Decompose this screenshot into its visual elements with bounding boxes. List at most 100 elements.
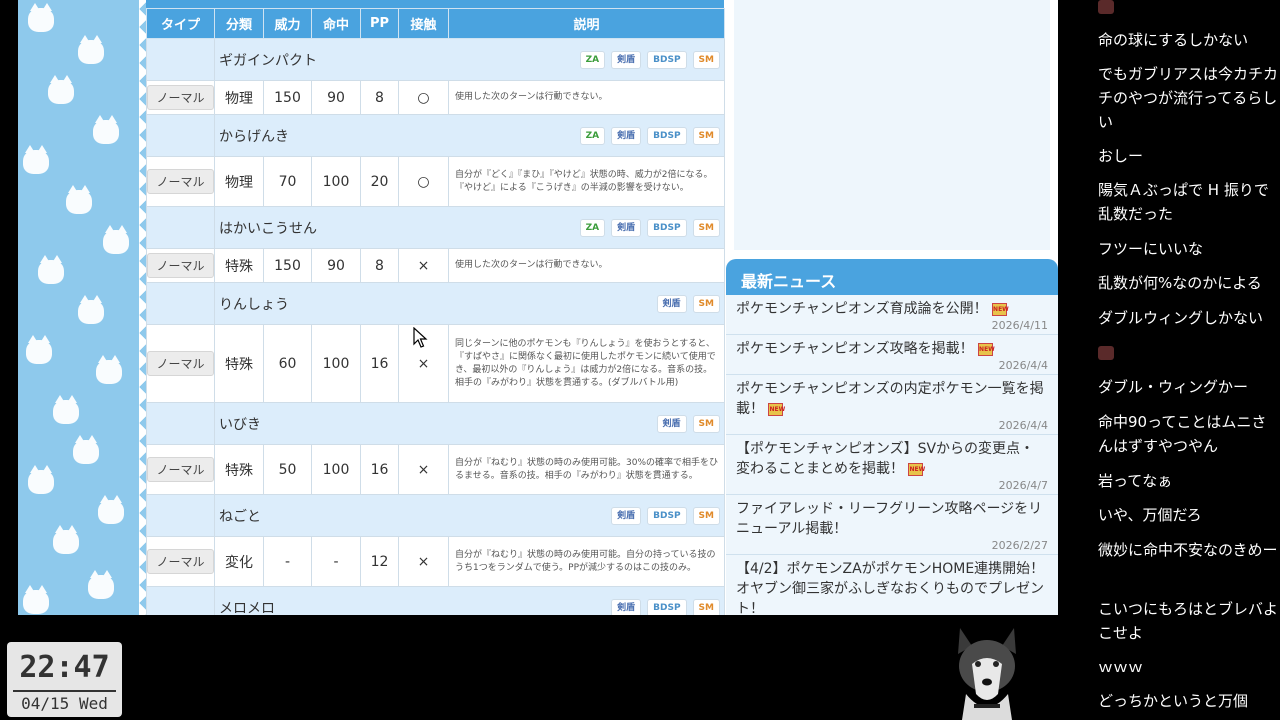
category-cell: 物理 — [214, 80, 264, 115]
news-item[interactable]: ポケモンチャンピオンズ攻略を掲載！ NEW 2026/4/4 — [726, 335, 1058, 375]
news-text[interactable]: ポケモンチャンピオンズ育成論を公開！ — [736, 301, 988, 317]
move-name[interactable]: ギガインパクト — [219, 53, 317, 69]
column-header: タイプ — [146, 8, 215, 39]
blank-cell — [146, 282, 215, 325]
version-badges: 剣盾 BDSP SM — [611, 598, 720, 615]
news-text[interactable]: ポケモンチャンピオンズ攻略を掲載！ — [736, 341, 974, 357]
version-badge[interactable]: BDSP — [647, 598, 687, 615]
version-badge[interactable]: BDSP — [647, 218, 687, 237]
version-badge[interactable]: 剣盾 — [611, 50, 642, 69]
power-cell: 150 — [263, 80, 312, 115]
type-cell: ノーマル — [146, 156, 215, 207]
news-item[interactable]: 【4/2】ポケモンZAがポケモンHOME連携開始！オヤブン御三家がふしぎなおくり… — [726, 555, 1058, 615]
contact-cell: × — [398, 536, 449, 587]
cat-silhouette-icon — [88, 570, 114, 599]
pp-cell: 8 — [360, 248, 399, 283]
move-name[interactable]: りんしょう — [219, 297, 289, 313]
version-badge[interactable]: SM — [692, 598, 720, 615]
version-badge[interactable]: SM — [692, 126, 720, 145]
contact-cell: × — [398, 248, 449, 283]
chat-message: いや、万個だろ — [1098, 506, 1202, 524]
cat-silhouette-icon — [26, 335, 52, 364]
move-name[interactable]: からげんき — [219, 129, 289, 145]
column-header: 命中 — [311, 8, 361, 39]
move-data-row: ノーマル 特殊 50 100 16 × 自分が『ねむり』状態の時のみ使用可能。30%の確率で… — [146, 444, 725, 495]
news-text[interactable]: ファイアレッド・リーフグリーン攻略ページをリニューアル掲載！ — [736, 501, 1042, 537]
type-cell: ノーマル — [146, 248, 215, 283]
news-text[interactable]: 【ポケモンチャンピオンズ】SVからの変更点・変わることまとめを掲載！ — [736, 441, 1034, 477]
move-name-cell: ねごと 剣盾 BDSP SM — [214, 494, 725, 537]
version-badge[interactable]: 剣盾 — [656, 414, 687, 433]
version-badge[interactable]: ZA — [579, 126, 606, 145]
power-cell: 50 — [263, 444, 312, 495]
move-name[interactable]: ねごと — [219, 509, 261, 525]
news-list: ポケモンチャンピオンズ育成論を公開！ NEW 2026/4/11 ポケモンチャンピオ… — [726, 295, 1058, 615]
version-badge[interactable]: 剣盾 — [611, 506, 642, 525]
sidebar-panel — [734, 0, 1050, 250]
version-badge[interactable]: ZA — [579, 218, 606, 237]
power-cell: - — [263, 536, 312, 587]
version-badge[interactable]: SM — [692, 50, 720, 69]
chat-panel: 命の球にするしかない でもガブリアスは今カチカチのやつが流行ってるらしい おしー 陽気… — [1088, 0, 1280, 720]
accuracy-cell: 100 — [311, 444, 361, 495]
chat-message: どっちかというと万個 — [1098, 692, 1249, 710]
browser-capture: タイプ 分類 威力 命中 PP 接触 説明 ギガインパクト ZA 剣盾 BDSP SM ノーマル 物理 1… — [18, 0, 1058, 615]
cat-silhouette-icon — [28, 465, 54, 494]
move-table: タイプ 分類 威力 命中 PP 接触 説明 ギガインパクト ZA 剣盾 BDSP SM ノーマル 物理 1… — [146, 8, 725, 615]
type-button[interactable]: ノーマル — [147, 351, 214, 376]
news-date: 2026/4/4 — [998, 419, 1048, 432]
version-badge[interactable]: BDSP — [647, 506, 687, 525]
version-badge[interactable]: SM — [692, 506, 720, 525]
category-cell: 特殊 — [214, 248, 264, 283]
power-cell: 60 — [263, 324, 312, 403]
chat-message: ダブルウィングしかない — [1098, 309, 1264, 327]
version-badge[interactable]: SM — [692, 294, 720, 313]
version-badge[interactable]: BDSP — [647, 126, 687, 145]
chat-message: おしー — [1098, 147, 1144, 165]
category-cell: 変化 — [214, 536, 264, 587]
top-accent-bar — [146, 0, 724, 8]
column-header: PP — [360, 8, 399, 39]
version-badges: 剣盾 BDSP SM — [611, 506, 720, 525]
clock-time: 22:47 — [19, 650, 110, 685]
type-button[interactable]: ノーマル — [147, 253, 214, 278]
news-date: 2026/2/27 — [991, 539, 1048, 552]
type-button[interactable]: ノーマル — [147, 85, 214, 110]
move-name[interactable]: いびき — [219, 417, 261, 433]
version-badge[interactable]: 剣盾 — [611, 218, 642, 237]
type-button[interactable]: ノーマル — [147, 457, 214, 482]
accuracy-cell: 100 — [311, 156, 361, 207]
type-button[interactable]: ノーマル — [147, 169, 214, 194]
move-name-cell: メロメロ 剣盾 BDSP SM — [214, 586, 725, 616]
version-badge[interactable]: 剣盾 — [611, 598, 642, 615]
new-badge-icon: NEW — [768, 402, 785, 416]
type-button[interactable]: ノーマル — [147, 549, 214, 574]
contact-cell: × — [398, 444, 449, 495]
news-item[interactable]: 【ポケモンチャンピオンズ】SVからの変更点・変わることまとめを掲載！ NEW 20… — [726, 435, 1058, 495]
main-content: タイプ 分類 威力 命中 PP 接触 説明 ギガインパクト ZA 剣盾 BDSP SM ノーマル 物理 1… — [146, 0, 725, 615]
description-cell: 使用した次のターンは行動できない。 — [448, 80, 725, 115]
news-title: 最新ニュース — [726, 259, 1058, 295]
chat-message: フツーにいいな — [1098, 240, 1204, 258]
pp-cell: 20 — [360, 156, 399, 207]
version-badge[interactable]: 剣盾 — [611, 126, 642, 145]
version-badge[interactable]: 剣盾 — [656, 294, 687, 313]
chat-message: 命中90ってことはムニさんはずすやつやん — [1098, 413, 1267, 455]
news-date: 2026/4/7 — [998, 479, 1048, 492]
pp-cell: 16 — [360, 324, 399, 403]
version-badge[interactable]: BDSP — [647, 50, 687, 69]
news-item[interactable]: ポケモンチャンピオンズの内定ポケモン一覧を掲載！ NEW 2026/4/4 — [726, 375, 1058, 435]
column-header: 説明 — [448, 8, 725, 39]
news-item[interactable]: ファイアレッド・リーフグリーン攻略ページをリニューアル掲載！ 2026/2/27 — [726, 495, 1058, 555]
move-name[interactable]: はかいこうせん — [219, 221, 317, 237]
version-badge[interactable]: ZA — [579, 50, 606, 69]
news-item[interactable]: ポケモンチャンピオンズ育成論を公開！ NEW 2026/4/11 — [726, 295, 1058, 335]
cat-pattern-background — [18, 0, 146, 615]
news-text[interactable]: 【4/2】ポケモンZAがポケモンHOME連携開始！オヤブン御三家がふしぎなおくり… — [736, 561, 1044, 615]
move-name-row: ねごと 剣盾 BDSP SM — [146, 494, 725, 537]
version-badge[interactable]: SM — [692, 218, 720, 237]
version-badge[interactable]: SM — [692, 414, 720, 433]
move-name[interactable]: メロメロ — [219, 601, 275, 616]
power-cell: 150 — [263, 248, 312, 283]
table-header-row: タイプ 分類 威力 命中 PP 接触 説明 — [146, 8, 725, 39]
